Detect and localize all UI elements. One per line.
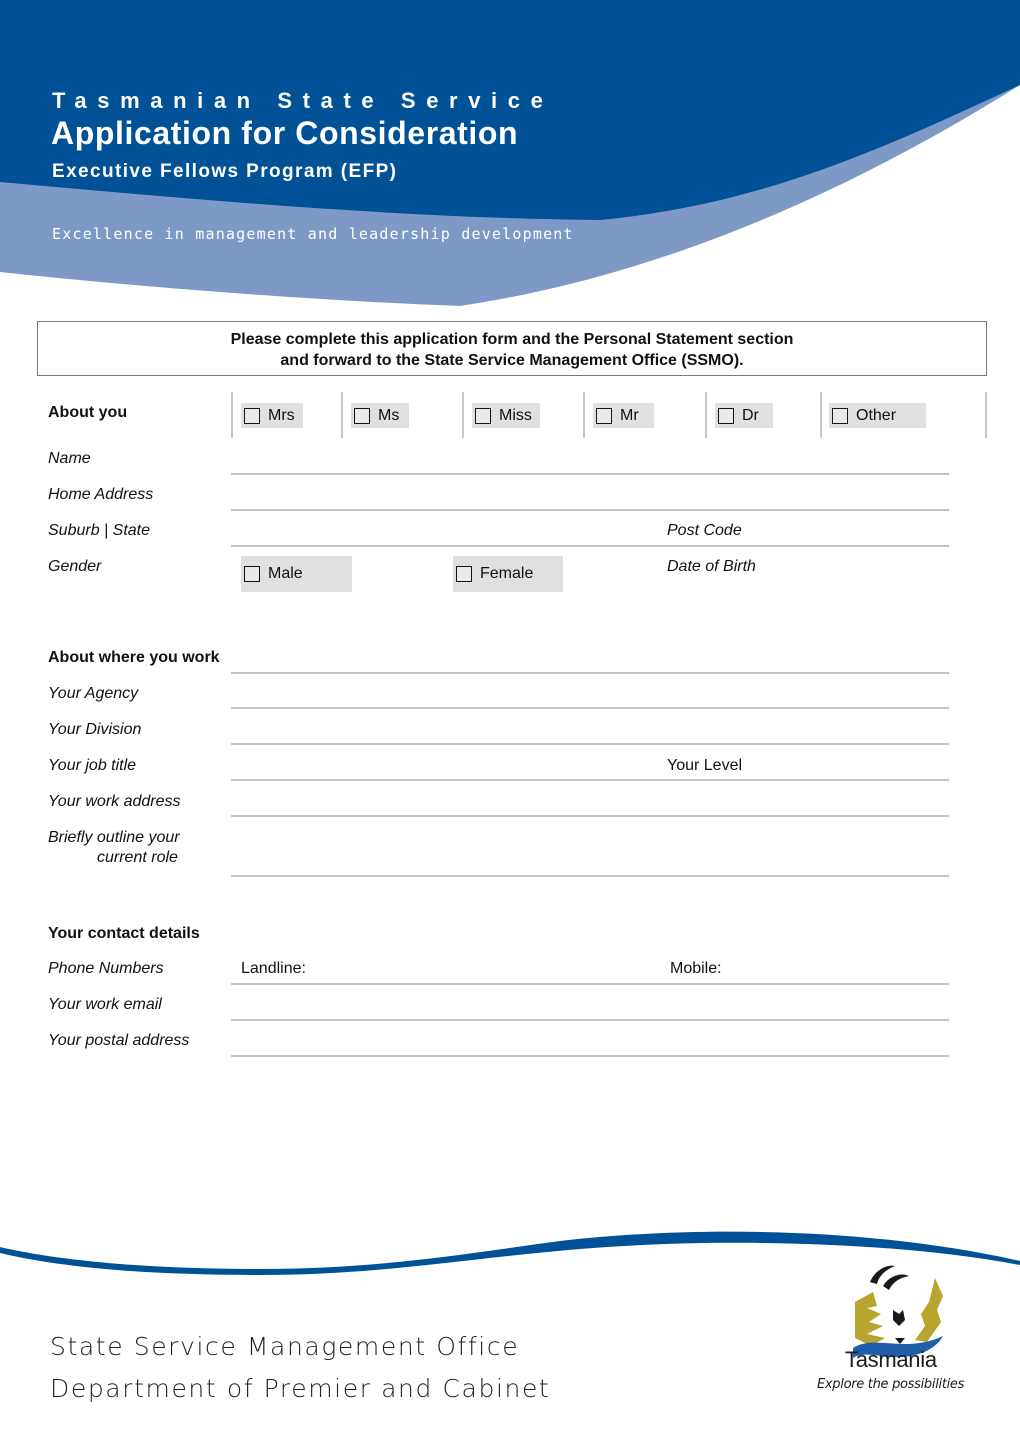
checkbox-icon[interactable] <box>718 407 734 424</box>
suburb-state-field[interactable] <box>231 545 949 547</box>
page-title: Application for Consideration <box>51 115 519 151</box>
phone-field[interactable] <box>231 983 949 985</box>
suburb-state-label: Suburb | State <box>48 522 150 539</box>
postal-address-field[interactable] <box>231 1055 949 1057</box>
title-option-label: Ms <box>378 406 400 424</box>
gender-option-female[interactable]: Female <box>453 556 563 592</box>
post-code-label: Post Code <box>667 522 742 539</box>
work-address-label: Your work address <box>48 793 181 810</box>
title-option-ms[interactable]: Ms <box>351 403 409 428</box>
section-work: About where you work <box>48 649 220 666</box>
title-option-miss[interactable]: Miss <box>472 403 540 428</box>
divider <box>341 392 343 438</box>
checkbox-icon[interactable] <box>244 566 260 582</box>
phone-label: Phone Numbers <box>48 960 164 977</box>
home-address-field[interactable] <box>231 509 949 511</box>
logo-tagline: Explore the possibilities <box>817 1377 965 1392</box>
division-field[interactable] <box>231 743 949 745</box>
page-subtitle: Executive Fellows Program (EFP) <box>52 161 398 182</box>
header-banner <box>0 0 1020 306</box>
logo-wordmark: Tasmania <box>845 1347 937 1372</box>
current-role-field[interactable] <box>231 875 949 877</box>
gender-option-label: Male <box>268 565 303 582</box>
current-role-label-line-2: current role <box>97 849 178 866</box>
title-option-dr[interactable]: Dr <box>715 403 773 428</box>
title-option-label: Mrs <box>268 406 295 424</box>
checkbox-icon[interactable] <box>456 566 472 582</box>
footer-department: Department of Premier and Cabinet <box>50 1374 551 1403</box>
agency-field[interactable] <box>231 707 949 709</box>
checkbox-icon[interactable] <box>354 407 370 424</box>
title-option-mrs[interactable]: Mrs <box>241 403 303 428</box>
gender-option-label: Female <box>480 565 534 582</box>
date-of-birth-label: Date of Birth <box>667 558 756 575</box>
instructions-line-1: Please complete this application form an… <box>230 331 794 348</box>
current-role-label-line-1: Briefly outline your <box>48 829 180 846</box>
title-option-mr[interactable]: Mr <box>593 403 654 428</box>
section-contact: Your contact details <box>48 925 200 942</box>
division-label: Your Division <box>48 721 142 738</box>
job-title-field[interactable] <box>231 779 949 781</box>
level-label: Your Level <box>667 757 743 774</box>
work-address-field[interactable] <box>231 815 949 817</box>
checkbox-icon[interactable] <box>596 407 612 424</box>
name-label: Name <box>48 450 91 467</box>
name-field[interactable] <box>231 473 949 475</box>
header-kicker: Tasmanian State Service <box>52 88 554 113</box>
title-option-label: Miss <box>499 406 532 424</box>
divider <box>231 672 949 674</box>
title-option-label: Dr <box>742 406 759 424</box>
checkbox-icon[interactable] <box>475 407 491 424</box>
divider <box>462 392 464 438</box>
agency-label: Your Agency <box>48 685 139 702</box>
title-option-other[interactable]: Other <box>829 403 926 428</box>
checkbox-icon[interactable] <box>832 407 848 424</box>
divider <box>231 392 233 438</box>
home-address-label: Home Address <box>48 486 154 503</box>
footer-office: State Service Management Office <box>50 1332 520 1361</box>
work-email-field[interactable] <box>231 1019 949 1021</box>
checkbox-icon[interactable] <box>244 407 260 424</box>
landline-label: Landline: <box>241 960 306 977</box>
gender-option-male[interactable]: Male <box>241 556 352 592</box>
divider <box>705 392 707 438</box>
divider <box>583 392 585 438</box>
title-option-label: Other <box>856 406 897 424</box>
instructions-line-2: and forward to the State Service Managem… <box>280 352 744 369</box>
work-email-label: Your work email <box>48 996 162 1013</box>
divider <box>985 392 987 438</box>
gender-label: Gender <box>48 558 102 575</box>
instructions-box: Please complete this application form an… <box>37 321 987 376</box>
postal-address-label: Your postal address <box>48 1032 190 1049</box>
divider <box>820 392 822 438</box>
header-tagline: Excellence in management and leadership … <box>52 225 574 243</box>
mobile-label: Mobile: <box>670 960 722 977</box>
title-option-label: Mr <box>620 406 639 424</box>
job-title-label: Your job title <box>48 757 137 774</box>
section-about-you: About you <box>48 404 128 421</box>
